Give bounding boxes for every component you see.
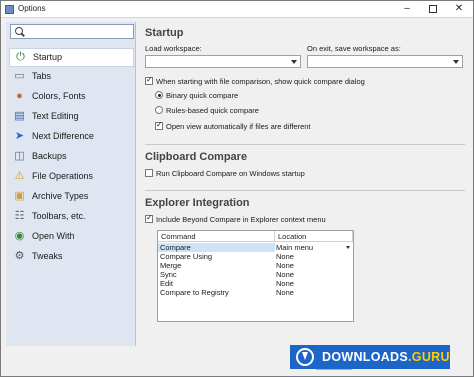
table-row[interactable]: Edit None — [158, 279, 353, 288]
gear-icon: ⚙ — [14, 250, 25, 262]
rules-quick-compare-label: Rules-based quick compare — [166, 106, 259, 115]
sidebar-item-label: Colors, Fonts — [32, 91, 86, 101]
toolbar-icon: ☷ — [14, 210, 25, 222]
on-exit-label: On exit, save workspace as: — [307, 44, 401, 53]
chevron-down-icon — [453, 60, 459, 64]
sidebar-item-colors-fonts[interactable]: ● Colors, Fonts — [9, 88, 134, 107]
backup-icon: ◫ — [14, 150, 25, 162]
tabs-icon: ▭ — [14, 70, 25, 82]
sidebar-item-label: Startup — [33, 52, 63, 62]
section-divider — [145, 190, 465, 191]
load-workspace-label: Load workspace: — [145, 44, 202, 53]
table-row[interactable]: Compare Using None — [158, 252, 353, 261]
sidebar-item-backups[interactable]: ◫ Backups — [9, 148, 134, 167]
startup-heading: Startup — [145, 27, 184, 39]
sidebar-item-label: Open With — [32, 231, 75, 241]
location-cell[interactable]: Main menu — [275, 243, 351, 252]
palette-icon: ● — [16, 90, 23, 102]
sidebar-item-label: Next Difference — [32, 131, 94, 141]
location-cell[interactable]: None — [275, 270, 351, 279]
title-bar: Options – ✕ — [1, 1, 473, 18]
window-title: Options — [18, 4, 46, 13]
minimize-button[interactable]: – — [394, 1, 420, 18]
command-cell: Compare to Registry — [160, 288, 229, 297]
command-cell: Compare Using — [160, 252, 213, 261]
sidebar-item-startup[interactable]: ⏻ Startup — [9, 48, 134, 67]
include-explorer-menu-label: Include Beyond Compare in Explorer conte… — [156, 215, 326, 224]
section-divider — [145, 144, 465, 145]
run-clipboard-compare-label: Run Clipboard Compare on Windows startup — [156, 169, 305, 178]
command-cell: Sync — [160, 270, 177, 279]
sidebar-item-tweaks[interactable]: ⚙ Tweaks — [9, 248, 134, 267]
sidebar-item-label: Text Editing — [32, 111, 79, 121]
app-icon — [5, 5, 14, 14]
table-row[interactable]: Compare Main menu — [158, 243, 353, 252]
download-logo-icon — [296, 348, 314, 366]
sidebar-item-label: Tweaks — [32, 251, 63, 261]
sidebar-item-toolbars[interactable]: ☷ Toolbars, etc. — [9, 208, 134, 227]
options-content: Startup Load workspace: On exit, save wo… — [137, 22, 471, 346]
sidebar-item-open-with[interactable]: ◉ Open With — [9, 228, 134, 247]
arrow-right-icon: ➤ — [14, 130, 25, 142]
sidebar-item-next-difference[interactable]: ➤ Next Difference — [9, 128, 134, 147]
location-cell[interactable]: None — [275, 252, 351, 261]
open-view-label: Open view automatically if files are dif… — [166, 122, 311, 131]
context-menu-table[interactable]: Command Location Compare Main menu Compa… — [157, 230, 354, 322]
sidebar-item-label: Archive Types — [32, 191, 89, 201]
table-row[interactable]: Compare to Registry None — [158, 288, 353, 297]
text-document-icon: ▤ — [14, 110, 25, 122]
open-view-checkbox[interactable] — [155, 120, 163, 130]
sidebar-item-file-operations[interactable]: ⚠ File Operations — [9, 168, 134, 187]
binary-quick-compare-radio[interactable] — [155, 91, 163, 99]
location-cell[interactable]: None — [275, 261, 351, 270]
search-icon — [15, 27, 23, 35]
globe-icon: ◉ — [14, 230, 25, 242]
sidebar-item-archive-types[interactable]: ▣ Archive Types — [9, 188, 134, 207]
table-row[interactable]: Sync None — [158, 270, 353, 279]
location-cell[interactable]: None — [275, 279, 351, 288]
watermark-text: DOWNLOADS — [322, 350, 409, 364]
clipboard-compare-heading: Clipboard Compare — [145, 151, 248, 163]
watermark-tld: .GURU — [408, 350, 450, 364]
chevron-down-icon[interactable] — [346, 246, 350, 249]
command-cell: Merge — [160, 261, 182, 270]
sidebar-item-label: Tabs — [32, 71, 52, 81]
command-cell: Edit — [160, 279, 173, 288]
column-header-command[interactable]: Command — [158, 231, 275, 242]
chevron-down-icon — [291, 60, 297, 64]
table-row[interactable]: Merge None — [158, 261, 353, 270]
sidebar-item-label: File Operations — [32, 171, 94, 181]
search-input[interactable] — [10, 24, 134, 39]
binary-quick-compare-label: Binary quick compare — [166, 91, 239, 100]
sidebar-item-label: Backups — [32, 151, 67, 161]
options-sidebar: ⏻ Startup ▭ Tabs ● Colors, Fonts ▤ Text … — [6, 22, 136, 346]
load-workspace-dropdown[interactable] — [145, 55, 301, 68]
warning-icon: ⚠ — [14, 170, 25, 182]
sidebar-item-tabs[interactable]: ▭ Tabs — [9, 68, 134, 87]
column-header-location[interactable]: Location — [275, 231, 353, 242]
explorer-integration-heading: Explorer Integration — [145, 197, 250, 209]
downloads-guru-watermark: DOWNLOADS.GURU — [290, 345, 450, 369]
command-cell: Compare — [158, 243, 275, 252]
close-button[interactable]: ✕ — [446, 1, 472, 18]
power-icon: ⏻ — [16, 51, 25, 63]
location-cell[interactable]: None — [275, 288, 351, 297]
sidebar-item-label: Toolbars, etc. — [32, 211, 86, 221]
archive-icon: ▣ — [14, 190, 25, 202]
options-window: Options – ✕ ⏻ Startup ▭ Tabs ● Colors, F… — [0, 0, 474, 377]
sidebar-item-text-editing[interactable]: ▤ Text Editing — [9, 108, 134, 127]
on-exit-workspace-dropdown[interactable] — [307, 55, 463, 68]
include-explorer-menu-checkbox[interactable] — [145, 213, 153, 223]
run-clipboard-compare-checkbox[interactable] — [145, 169, 153, 177]
maximize-button[interactable] — [420, 1, 446, 18]
show-compare-dialog-checkbox[interactable] — [145, 75, 153, 85]
show-compare-dialog-label: When starting with file comparison, show… — [156, 77, 365, 86]
rules-quick-compare-radio[interactable] — [155, 106, 163, 114]
